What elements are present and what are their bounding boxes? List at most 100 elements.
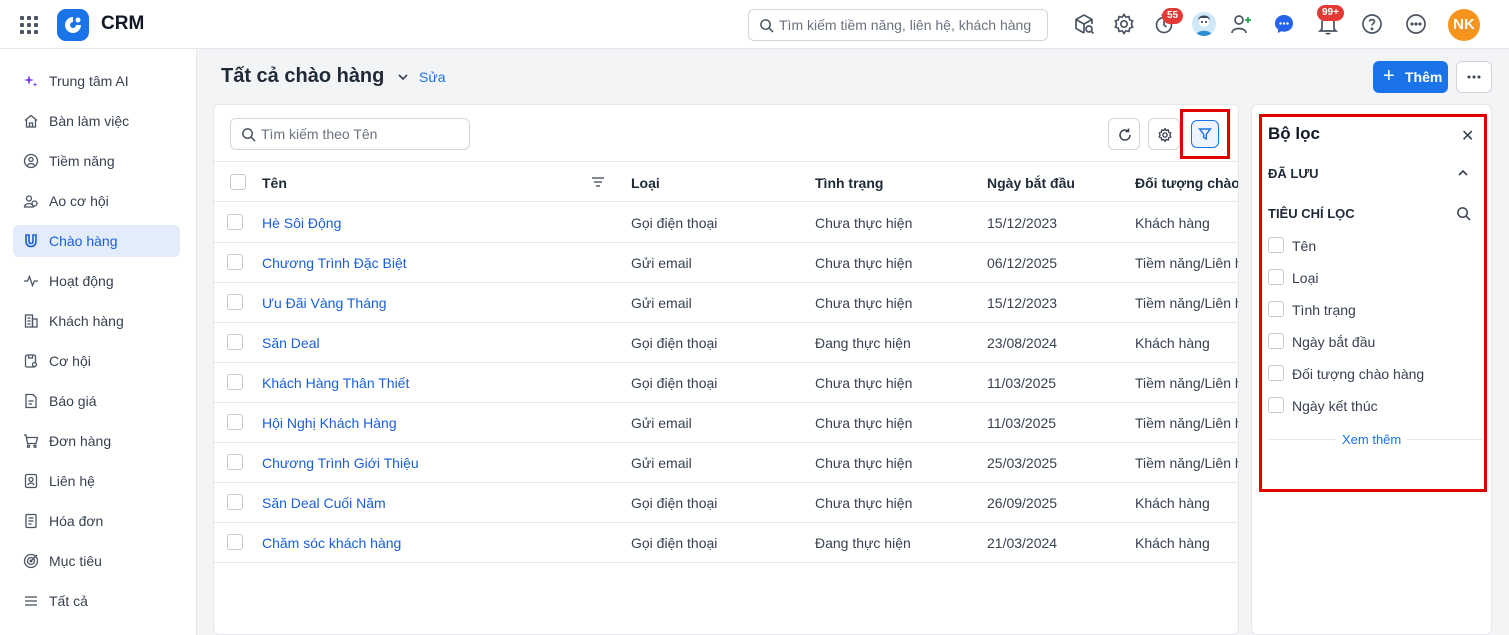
filter-button[interactable] (1191, 120, 1219, 148)
criterion-checkbox[interactable] (1268, 333, 1284, 349)
filter-criterion-target[interactable]: Đối tượng chào hàng (1268, 364, 1468, 384)
criterion-checkbox[interactable] (1268, 269, 1284, 285)
criterion-checkbox[interactable] (1268, 365, 1284, 381)
cell-type: Gửi email (631, 295, 692, 311)
chevron-down-icon[interactable] (396, 70, 410, 84)
table-row[interactable]: Săn Deal Cuối Năm Gọi điện thoại Chưa th… (214, 483, 1238, 523)
sidebar-item-all[interactable]: Tất cả (13, 585, 180, 617)
select-all-checkbox[interactable] (230, 174, 246, 190)
cell-name[interactable]: Chương Trình Đặc Biệt (262, 255, 407, 271)
sidebar-item-quotes[interactable]: Báo giá (13, 385, 180, 417)
column-sort-icon[interactable] (590, 174, 606, 190)
row-checkbox[interactable] (227, 294, 243, 310)
see-more-link[interactable]: Xem thêm (1336, 432, 1408, 447)
sidebar-item-contacts[interactable]: Liên hệ (13, 465, 180, 497)
column-header-type[interactable]: Loại (631, 175, 660, 191)
sidebar-item-ai-center[interactable]: Trung tâm AI (13, 65, 180, 97)
cell-name[interactable]: Hội Nghị Khách Hàng (262, 415, 397, 431)
more-actions-button[interactable] (1456, 61, 1492, 93)
cell-name[interactable]: Chăm sóc khách hàng (262, 535, 401, 551)
criterion-checkbox[interactable] (1268, 301, 1284, 317)
refresh-button[interactable] (1108, 118, 1140, 150)
row-checkbox[interactable] (227, 214, 243, 230)
sidebar-item-opportunities[interactable]: Cơ hội (13, 345, 180, 377)
cell-status: Đang thực hiện (815, 335, 911, 351)
sidebar-item-campaigns[interactable]: Chào hàng (13, 225, 180, 257)
cart-icon (24, 434, 39, 449)
table-row[interactable]: Ưu Đãi Vàng Tháng Gửi email Chưa thực hi… (214, 283, 1238, 323)
sidebar-item-label: Cơ hội (49, 353, 91, 369)
cell-name[interactable]: Hè Sôi Động (262, 215, 341, 231)
cell-name[interactable]: Chương Trình Giới Thiệu (262, 455, 419, 471)
settings-icon[interactable] (1112, 12, 1136, 36)
table-row[interactable]: Khách Hàng Thân Thiết Gọi điện thoại Chư… (214, 363, 1238, 403)
criterion-checkbox[interactable] (1268, 237, 1284, 253)
table-settings-button[interactable] (1148, 118, 1180, 150)
row-checkbox[interactable] (227, 334, 243, 350)
user-avatar[interactable]: NK (1448, 9, 1480, 41)
criterion-checkbox[interactable] (1268, 397, 1284, 413)
sidebar-item-label: Mục tiêu (49, 553, 102, 569)
cell-name[interactable]: Khách Hàng Thân Thiết (262, 375, 409, 391)
filter-criterion-type[interactable]: Loại (1268, 268, 1468, 288)
filter-criterion-status[interactable]: Tình trạng (1268, 300, 1468, 320)
global-search-input[interactable] (779, 10, 1041, 40)
row-checkbox[interactable] (227, 454, 243, 470)
row-checkbox[interactable] (227, 414, 243, 430)
box-search-icon[interactable] (1072, 12, 1096, 36)
sidebar-item-label: Khách hàng (49, 313, 124, 329)
row-checkbox[interactable] (227, 374, 243, 390)
more-options-icon[interactable] (1404, 12, 1428, 36)
app-grid-icon[interactable] (18, 14, 40, 36)
column-header-name[interactable]: Tên (262, 175, 287, 191)
cell-name[interactable]: Săn Deal Cuối Năm (262, 495, 386, 511)
table-row[interactable]: Săn Deal Gọi điện thoại Đang thực hiện 2… (214, 323, 1238, 363)
cell-name[interactable]: Ưu Đãi Vàng Tháng (262, 295, 387, 311)
sidebar-item-invoices[interactable]: Hóa đơn (13, 505, 180, 537)
sidebar-item-workspace[interactable]: Bàn làm việc (13, 105, 180, 137)
row-checkbox[interactable] (227, 494, 243, 510)
table-search-input[interactable] (261, 119, 461, 149)
help-icon[interactable] (1360, 12, 1384, 36)
table-row[interactable]: Hội Nghị Khách Hàng Gửi email Chưa thực … (214, 403, 1238, 443)
criterion-label: Loại (1292, 270, 1319, 286)
table-row[interactable]: Chương Trình Đặc Biệt Gửi email Chưa thự… (214, 243, 1238, 283)
filter-criterion-name[interactable]: Tên (1268, 236, 1468, 256)
table-search[interactable] (230, 118, 470, 150)
criterion-label: Ngày kết thúc (1292, 398, 1378, 414)
sidebar-item-opportunity-pool[interactable]: Ao cơ hội (13, 185, 180, 217)
assistant-avatar[interactable] (1192, 12, 1216, 36)
filter-criterion-end-date[interactable]: Ngày kết thúc (1268, 396, 1468, 416)
add-button[interactable]: + Thêm (1373, 61, 1448, 93)
chevron-up-icon[interactable] (1456, 166, 1470, 180)
filter-criterion-start-date[interactable]: Ngày bắt đầu (1268, 332, 1468, 352)
search-icon[interactable] (1456, 206, 1471, 221)
cell-name[interactable]: Săn Deal (262, 335, 320, 351)
sidebar-item-activities[interactable]: Hoạt động (13, 265, 180, 297)
table-row[interactable]: Chăm sóc khách hàng Gọi điện thoại Đang … (214, 523, 1238, 563)
add-user-icon[interactable] (1229, 12, 1253, 36)
cell-start-date: 15/12/2023 (987, 215, 1058, 231)
row-checkbox[interactable] (227, 534, 243, 550)
sidebar-item-leads[interactable]: Tiềm năng (13, 145, 180, 177)
messenger-icon[interactable] (1272, 12, 1296, 36)
edit-view-link[interactable]: Sửa (419, 69, 446, 85)
cell-status: Chưa thực hiện (815, 455, 913, 471)
table-row[interactable]: Hè Sôi Động Gọi điện thoại Chưa thực hiệ… (214, 203, 1238, 243)
column-header-start-date[interactable]: Ngày bắt đầu (987, 175, 1075, 191)
sidebar-item-orders[interactable]: Đơn hàng (13, 425, 180, 457)
table-row[interactable]: Chương Trình Giới Thiệu Gửi email Chưa t… (214, 443, 1238, 483)
cell-type: Gửi email (631, 455, 692, 471)
close-icon[interactable]: ✕ (1461, 126, 1474, 146)
saved-filters-header[interactable]: ĐÃ LƯU (1268, 166, 1319, 181)
cell-type: Gửi email (631, 255, 692, 271)
sidebar-item-customers[interactable]: Khách hàng (13, 305, 180, 337)
row-checkbox[interactable] (227, 254, 243, 270)
sidebar-item-goals[interactable]: Mục tiêu (13, 545, 180, 577)
crm-logo-icon[interactable] (57, 9, 89, 41)
global-search[interactable] (748, 9, 1048, 41)
filter-button-highlight (1180, 109, 1230, 159)
ellipsis-icon (1467, 75, 1481, 79)
column-header-target[interactable]: Đối tượng chào h (1135, 175, 1238, 191)
column-header-status[interactable]: Tình trạng (815, 175, 883, 191)
